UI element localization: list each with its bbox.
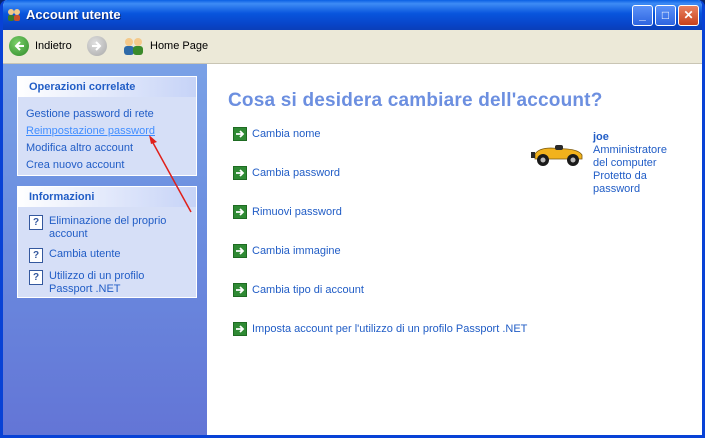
help-icon: ? [29, 248, 43, 263]
user-role-line1: Amministratore [593, 144, 667, 156]
home-page-label: Home Page [150, 40, 209, 52]
green-arrow-icon [233, 127, 247, 141]
home-page-button[interactable]: Home Page [122, 35, 208, 57]
info-delete-own-account[interactable]: ? Eliminazione del proprio account [18, 213, 196, 243]
info-label: Cambia utente [49, 248, 121, 260]
info-switch-user[interactable]: ? Cambia utente [18, 246, 196, 265]
info-passport-profile[interactable]: ? Utilizzo di un profilo Passport .NET [18, 268, 196, 298]
user-status-line2: password [593, 183, 641, 195]
action-change-password[interactable]: Cambia password [233, 166, 340, 180]
info-label: Utilizzo di un profilo Passport .NET [49, 270, 145, 295]
green-arrow-icon [233, 283, 247, 297]
back-button[interactable]: Indietro [9, 35, 72, 57]
annotation-arrow [149, 135, 192, 213]
forward-arrow-icon [87, 36, 107, 56]
page-heading: Cosa si desidera cambiare dell'account? [228, 90, 603, 111]
minimize-button[interactable]: _ [632, 5, 653, 26]
task-pane: Operazioni correlate Gestione password d… [3, 64, 207, 435]
action-change-account-type[interactable]: Cambia tipo di account [233, 283, 364, 297]
related-tasks-title: Operazioni correlate [18, 77, 196, 97]
user-name: joe [593, 131, 609, 143]
close-icon: ✕ [683, 8, 694, 22]
maximize-button[interactable]: □ [655, 5, 676, 26]
task-manage-network-passwords[interactable]: Gestione password di rete [18, 105, 196, 122]
action-label: Cambia tipo di account [252, 284, 364, 296]
action-remove-password[interactable]: Rimuovi password [233, 205, 342, 219]
home-users-icon [124, 38, 143, 55]
title-bar[interactable]: Account utente _ □ ✕ [3, 0, 702, 30]
maximize-icon: □ [661, 8, 670, 22]
user-info: joe Amministratore del computer Protetto… [593, 131, 693, 196]
back-label: Indietro [35, 40, 72, 52]
green-arrow-icon [233, 244, 247, 258]
close-button[interactable]: ✕ [678, 5, 699, 26]
users-icon [8, 9, 20, 21]
user-status-line1: Protetto da [593, 170, 647, 182]
forward-button[interactable] [87, 35, 107, 57]
help-icon: ? [29, 215, 43, 230]
action-label: Rimuovi password [252, 206, 342, 218]
user-role-line2: del computer [593, 157, 657, 169]
action-label: Cambia immagine [252, 245, 341, 257]
back-arrow-icon [9, 36, 29, 56]
account-window: Account utente _ □ ✕ Indietro Home Page [0, 0, 705, 438]
race-car-avatar-icon [531, 145, 583, 166]
action-change-picture[interactable]: Cambia immagine [233, 244, 341, 258]
help-icon: ? [29, 270, 43, 285]
action-label: Cambia nome [252, 128, 321, 140]
action-label: Imposta account per l'utilizzo di un pro… [252, 323, 528, 335]
green-arrow-icon [233, 166, 247, 180]
window-title: Account utente [26, 7, 121, 22]
action-label: Cambia password [252, 167, 341, 179]
toolbar: Indietro Home Page [3, 30, 702, 64]
green-arrow-icon [233, 322, 247, 336]
action-change-name[interactable]: Cambia nome [233, 127, 320, 141]
green-arrow-icon [233, 205, 247, 219]
info-label: Eliminazione del proprio account [49, 215, 167, 240]
main-panel: Cosa si desidera cambiare dell'account? … [207, 64, 702, 435]
content-area: Operazioni correlate Gestione password d… [3, 64, 702, 435]
action-setup-passport[interactable]: Imposta account per l'utilizzo di un pro… [233, 322, 527, 336]
minimize-icon: _ [639, 8, 646, 22]
